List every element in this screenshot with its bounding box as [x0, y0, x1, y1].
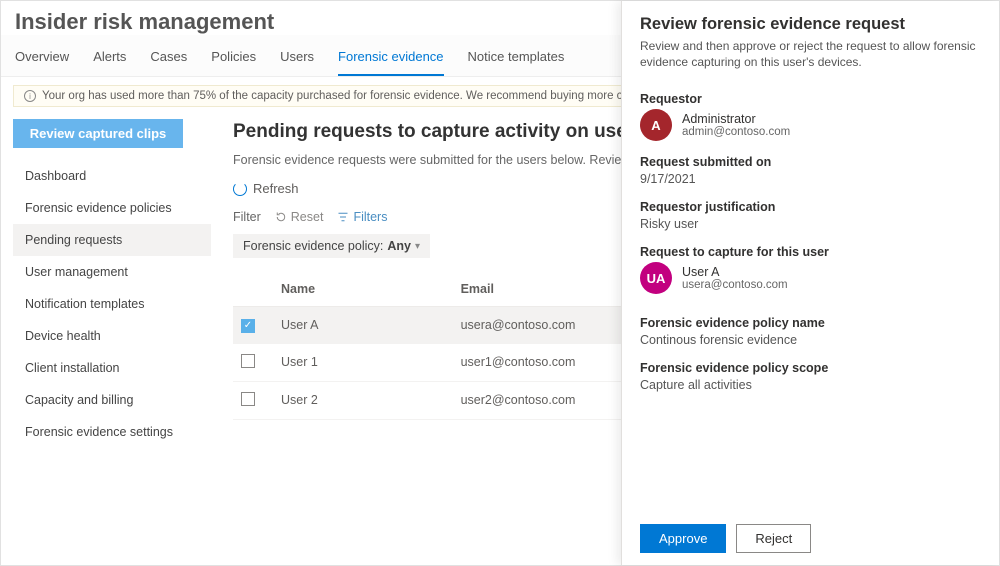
user-persona: UA User A usera@contoso.com	[640, 262, 981, 294]
row-checkbox[interactable]	[241, 392, 255, 406]
reset-filter-button[interactable]: Reset	[275, 210, 324, 224]
policy-scope-value: Capture all activities	[640, 378, 981, 392]
justification-value: Risky user	[640, 217, 981, 231]
info-icon: i	[24, 90, 36, 102]
capture-label: Request to capture for this user	[640, 245, 981, 259]
chevron-down-icon: ▾	[415, 241, 420, 252]
approve-button[interactable]: Approve	[640, 524, 726, 553]
cell-name: User 2	[273, 381, 453, 419]
justification-label: Requestor justification	[640, 200, 981, 214]
cell-name: User 1	[273, 343, 453, 381]
tab-forensic-evidence[interactable]: Forensic evidence	[338, 43, 444, 76]
tab-policies[interactable]: Policies	[211, 43, 256, 76]
policy-name-value: Continous forensic evidence	[640, 333, 981, 347]
reject-button[interactable]: Reject	[736, 524, 811, 553]
policy-chip-prefix: Forensic evidence policy:	[243, 239, 383, 253]
row-checkbox[interactable]: ✓	[241, 319, 255, 333]
submitted-label: Request submitted on	[640, 155, 981, 169]
panel-title: Review forensic evidence request	[640, 15, 981, 34]
reset-label: Reset	[291, 210, 324, 224]
tab-cases[interactable]: Cases	[150, 43, 187, 76]
avatar: A	[640, 109, 672, 141]
sidebar-item-forensic-settings[interactable]: Forensic evidence settings	[13, 416, 211, 448]
row-checkbox[interactable]	[241, 354, 255, 368]
refresh-label: Refresh	[253, 181, 299, 196]
sidebar-item-capacity-billing[interactable]: Capacity and billing	[13, 384, 211, 416]
tab-alerts[interactable]: Alerts	[93, 43, 126, 76]
sidebar-item-client-installation[interactable]: Client installation	[13, 352, 211, 384]
filters-label: Filters	[353, 210, 387, 224]
cell-name: User A	[273, 307, 453, 344]
panel-subtitle: Review and then approve or reject the re…	[640, 38, 981, 70]
requestor-email: admin@contoso.com	[682, 126, 790, 138]
avatar: UA	[640, 262, 672, 294]
policy-chip-value: Any	[387, 239, 411, 253]
open-filters-button[interactable]: Filters	[337, 210, 387, 224]
sidebar-item-user-management[interactable]: User management	[13, 256, 211, 288]
user-name: User A	[682, 265, 788, 279]
details-panel: Review forensic evidence request Review …	[621, 1, 999, 565]
filter-icon	[337, 211, 349, 223]
filter-label: Filter	[233, 210, 261, 224]
sidebar-item-policies[interactable]: Forensic evidence policies	[13, 192, 211, 224]
refresh-button[interactable]: Refresh	[233, 181, 299, 196]
policy-scope-label: Forensic evidence policy scope	[640, 361, 981, 375]
policy-name-label: Forensic evidence policy name	[640, 316, 981, 330]
reset-icon	[275, 211, 287, 223]
tab-overview[interactable]: Overview	[15, 43, 69, 76]
tab-users[interactable]: Users	[280, 43, 314, 76]
sidebar-item-device-health[interactable]: Device health	[13, 320, 211, 352]
requestor-name: Administrator	[682, 112, 790, 126]
review-captured-clips-button[interactable]: Review captured clips	[13, 119, 183, 148]
requestor-label: Requestor	[640, 92, 981, 106]
sidebar-item-pending-requests[interactable]: Pending requests	[13, 224, 211, 256]
requestor-persona: A Administrator admin@contoso.com	[640, 109, 981, 141]
policy-filter-chip[interactable]: Forensic evidence policy: Any ▾	[233, 234, 430, 258]
page-title: Insider risk management	[1, 1, 274, 35]
refresh-icon	[233, 182, 247, 196]
col-name[interactable]: Name	[273, 272, 453, 307]
user-email: usera@contoso.com	[682, 279, 788, 291]
sidebar-item-dashboard[interactable]: Dashboard	[13, 160, 211, 192]
tab-notice-templates[interactable]: Notice templates	[468, 43, 565, 76]
sidebar-item-notification-templates[interactable]: Notification templates	[13, 288, 211, 320]
submitted-value: 9/17/2021	[640, 172, 981, 186]
